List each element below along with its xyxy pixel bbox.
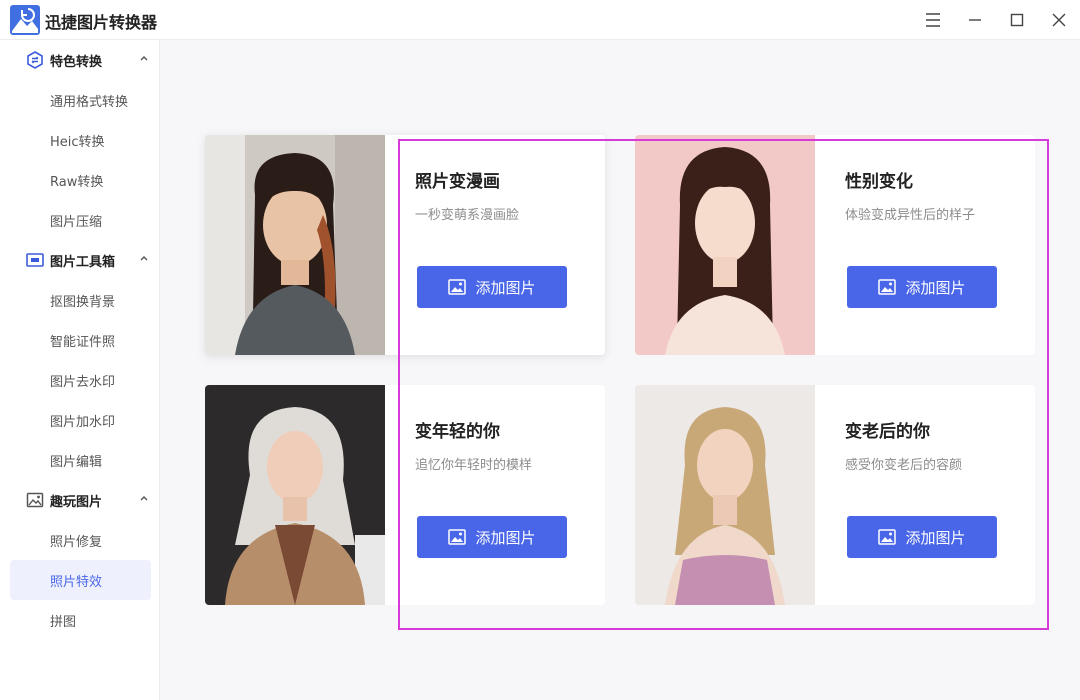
effect-card-younger: 变年轻的你 追忆你年轻时的模样 添加图片 (205, 385, 605, 605)
sidebar-item-add-watermark[interactable]: 图片加水印 (10, 400, 151, 440)
sidebar-item-photo-effects[interactable]: 照片特效 (10, 560, 151, 600)
sidebar-item-compress[interactable]: 图片压缩 (10, 200, 151, 240)
card-description: 一秒变萌系漫画脸 (415, 208, 520, 223)
close-button[interactable] (1045, 6, 1073, 34)
maximize-icon (1010, 13, 1024, 27)
minimize-button[interactable] (961, 6, 989, 34)
add-image-label: 添加图片 (905, 528, 966, 547)
sample-photo-cartoon (205, 135, 385, 355)
sidebar-item-label: 图片加水印 (50, 415, 116, 430)
add-image-label: 添加图片 (475, 528, 536, 547)
add-image-label: 添加图片 (475, 278, 536, 297)
sidebar-item-label: 图片压缩 (50, 215, 103, 230)
app-logo-icon (10, 5, 40, 35)
main-content: 照片变漫画 一秒变萌系漫画脸 添加图片 性别变化 体验变成异性后的样子 添加图片… (160, 40, 1080, 700)
card-title: 照片变漫画 (415, 172, 500, 192)
effect-card-gender: 性别变化 体验变成异性后的样子 添加图片 (635, 135, 1035, 355)
sidebar-item-label: Heic转换 (50, 135, 105, 150)
sidebar-group-label: 图片工具箱 (50, 255, 116, 270)
sidebar-item-label: 通用格式转换 (50, 95, 129, 110)
image-icon (448, 279, 467, 295)
card-description: 感受你变老后的容颜 (845, 458, 963, 473)
image-icon (448, 529, 467, 545)
sidebar-item-label: 拼图 (50, 615, 77, 630)
sidebar-item-collage[interactable]: 拼图 (10, 600, 151, 640)
effect-card-older: 变老后的你 感受你变老后的容颜 添加图片 (635, 385, 1035, 605)
sidebar-item-raw[interactable]: Raw转换 (10, 160, 151, 200)
card-title: 性别变化 (845, 172, 913, 192)
sidebar-item-remove-watermark[interactable]: 图片去水印 (10, 360, 151, 400)
sidebar-item-label: 智能证件照 (50, 335, 116, 350)
image-fun-icon (26, 492, 44, 508)
add-image-label: 添加图片 (905, 278, 966, 297)
sidebar-group-toolbox[interactable]: 图片工具箱 (0, 240, 160, 280)
menu-icon (926, 13, 940, 27)
add-image-button[interactable]: 添加图片 (417, 516, 567, 558)
title-bar: 迅捷图片转换器 (0, 0, 1080, 40)
sidebar-item-heic[interactable]: Heic转换 (10, 120, 151, 160)
sidebar-item-general-format[interactable]: 通用格式转换 (10, 80, 151, 120)
sample-photo-older (635, 385, 815, 605)
menu-button[interactable] (919, 6, 947, 34)
sidebar-item-label: 图片去水印 (50, 375, 116, 390)
close-icon (1052, 13, 1066, 27)
chevron-up-icon (140, 56, 148, 61)
app-title: 迅捷图片转换器 (45, 13, 158, 32)
maximize-button[interactable] (1003, 6, 1031, 34)
sidebar-item-label: 图片编辑 (50, 455, 103, 470)
add-image-button[interactable]: 添加图片 (847, 266, 997, 308)
sidebar-item-label: 抠图换背景 (50, 295, 116, 310)
sample-photo-younger (205, 385, 385, 605)
swap-hexagon-icon (27, 51, 43, 69)
card-description: 体验变成异性后的样子 (845, 208, 976, 223)
sidebar-item-label: 照片修复 (50, 535, 103, 550)
sidebar-item-cutout[interactable]: 抠图换背景 (10, 280, 151, 320)
chevron-up-icon (140, 496, 148, 501)
sample-photo-gender (635, 135, 815, 355)
card-title: 变老后的你 (845, 422, 930, 442)
toolbox-icon (26, 253, 44, 267)
card-description: 追忆你年轻时的模样 (415, 458, 533, 473)
sidebar-item-photo-repair[interactable]: 照片修复 (10, 520, 151, 560)
sidebar-item-id-photo[interactable]: 智能证件照 (10, 320, 151, 360)
card-title: 变年轻的你 (415, 422, 500, 442)
sidebar-item-edit[interactable]: 图片编辑 (10, 440, 151, 480)
minimize-icon (969, 19, 981, 21)
sidebar-group-feature-convert[interactable]: 特色转换 (0, 40, 160, 80)
image-icon (878, 529, 897, 545)
sidebar-item-label: 照片特效 (50, 575, 103, 590)
sidebar-item-label: Raw转换 (50, 175, 104, 190)
sidebar-group-label: 特色转换 (50, 55, 103, 70)
effect-card-cartoon: 照片变漫画 一秒变萌系漫画脸 添加图片 (205, 135, 605, 355)
image-icon (878, 279, 897, 295)
sidebar-group-label: 趣玩图片 (50, 495, 103, 510)
add-image-button[interactable]: 添加图片 (847, 516, 997, 558)
chevron-up-icon (140, 256, 148, 261)
sidebar: 特色转换 通用格式转换 Heic转换 Raw转换 图片压缩 图片工具箱 抠图换背… (0, 40, 160, 700)
add-image-button[interactable]: 添加图片 (417, 266, 567, 308)
sidebar-group-fun[interactable]: 趣玩图片 (0, 480, 160, 520)
